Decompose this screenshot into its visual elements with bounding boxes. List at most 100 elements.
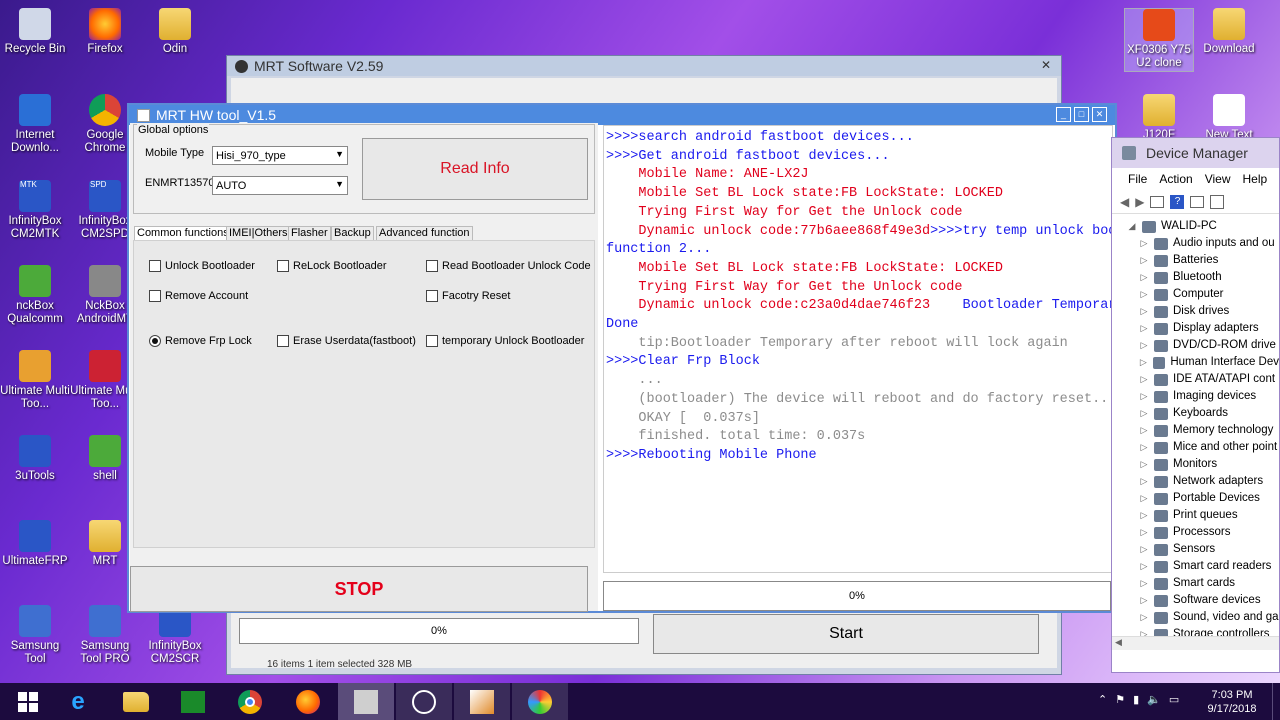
network-icon[interactable]: ▮ — [1133, 693, 1139, 706]
expand-icon[interactable]: ▷ — [1138, 405, 1150, 422]
factory-reset-option[interactable]: Facotry Reset — [426, 290, 510, 302]
remove-account-option[interactable]: Remove Account — [149, 290, 248, 302]
expand-icon[interactable]: ▷ — [1138, 252, 1150, 269]
desktop-icon[interactable]: Firefox — [70, 8, 140, 56]
device-category[interactable]: ▷ Bluetooth — [1138, 269, 1279, 286]
tab-common-functions[interactable]: Common functions — [134, 226, 232, 240]
device-category[interactable]: ▷ Print queues — [1138, 507, 1279, 524]
tab-backup[interactable]: Backup — [331, 226, 374, 240]
expand-icon[interactable]: ▷ — [1138, 558, 1150, 575]
desktop-icon[interactable]: Samsung Tool PRO — [70, 605, 140, 666]
device-category[interactable]: ▷ Mice and other point — [1138, 439, 1279, 456]
port-select[interactable]: AUTO ▼ — [212, 176, 348, 195]
radio-selected[interactable] — [149, 335, 161, 347]
device-category[interactable]: ▷ Memory technology — [1138, 422, 1279, 439]
taskbar-firefox[interactable] — [280, 683, 336, 720]
flag-icon[interactable]: ⚑ — [1115, 693, 1125, 706]
device-manager-titlebar[interactable]: Device Manager — [1112, 138, 1279, 168]
desktop-icon[interactable]: Odin — [140, 8, 210, 56]
remove-frp-lock-option[interactable]: Remove Frp Lock — [149, 335, 252, 347]
help-icon[interactable]: ? — [1170, 194, 1185, 209]
expand-icon[interactable]: ▷ — [1138, 473, 1150, 490]
desktop-icon[interactable]: 3uTools — [0, 435, 70, 483]
device-category[interactable]: ▷ Processors — [1138, 524, 1279, 541]
checkbox[interactable] — [426, 290, 438, 302]
read-bootloader-code-option[interactable]: Read Bootloader Unlock Code — [426, 260, 591, 272]
device-category[interactable]: ▷ Smart cards — [1138, 575, 1279, 592]
expand-icon[interactable]: ▷ — [1138, 456, 1150, 473]
checkbox[interactable] — [149, 290, 161, 302]
desktop-icon[interactable]: InfinityBox CM2MTK — [0, 180, 70, 241]
maximize-icon[interactable]: □ — [1074, 107, 1089, 122]
expand-icon[interactable]: ▷ — [1138, 269, 1150, 286]
device-category[interactable]: ▷ Computer — [1138, 286, 1279, 303]
expand-icon[interactable]: ▷ — [1138, 388, 1150, 405]
clock[interactable]: 7:03 PM 9/17/2018 — [1206, 688, 1258, 716]
device-category[interactable]: ▷ Network adapters — [1138, 473, 1279, 490]
expand-icon[interactable]: ▷ — [1138, 507, 1150, 524]
temp-unlock-bootloader-option[interactable]: temporary Unlock Bootloader — [426, 335, 584, 347]
device-category[interactable]: ▷ Display adapters — [1138, 320, 1279, 337]
mrt-software-titlebar[interactable]: MRT Software V2.59 ✕ — [227, 56, 1061, 76]
tree-root[interactable]: ◢ WALID-PC — [1126, 218, 1279, 235]
properties-icon[interactable] — [1150, 195, 1165, 208]
device-category[interactable]: ▷ Audio inputs and ou — [1138, 235, 1279, 252]
desktop-icon[interactable]: Internet Downlo... — [0, 94, 70, 155]
device-category[interactable]: ▷ Software devices — [1138, 592, 1279, 609]
chevron-up-icon[interactable]: ⌃ — [1098, 693, 1107, 706]
desktop-icon[interactable]: nckBox Qualcomm — [0, 265, 70, 326]
tab-advanced-function[interactable]: Advanced function — [376, 226, 473, 240]
device-manager-window[interactable]: Device Manager File Action View Help ◀ ▶ ? … — [1111, 137, 1280, 673]
expand-icon[interactable]: ▷ — [1138, 286, 1150, 303]
device-category[interactable]: ▷ Portable Devices — [1138, 490, 1279, 507]
checkbox[interactable] — [277, 260, 289, 272]
start-button[interactable] — [0, 683, 56, 720]
desktop-icon[interactable]: XF0306 Y75 U2 clone — [1124, 8, 1194, 72]
expand-icon[interactable]: ▷ — [1138, 320, 1150, 337]
taskbar-chrome[interactable] — [222, 683, 278, 720]
expand-icon[interactable]: ▷ — [1138, 354, 1149, 371]
log-output[interactable]: >>>>search android fastboot devices... >>… — [603, 125, 1113, 573]
expand-icon[interactable]: ▷ — [1138, 337, 1150, 354]
expand-icon[interactable]: ▷ — [1138, 524, 1150, 541]
taskbar-app[interactable] — [454, 683, 510, 720]
expand-icon[interactable]: ▷ — [1138, 422, 1150, 439]
taskbar-explorer[interactable] — [108, 683, 164, 720]
menu-file[interactable]: File — [1128, 172, 1147, 186]
battery-icon[interactable]: ▭ — [1169, 693, 1179, 706]
desktop-icon[interactable]: New Text — [1194, 94, 1264, 142]
device-category[interactable]: ▷ Batteries — [1138, 252, 1279, 269]
expand-icon[interactable]: ▷ — [1138, 439, 1150, 456]
expand-icon[interactable]: ▷ — [1138, 490, 1150, 507]
device-category[interactable]: ▷ IDE ATA/ATAPI cont — [1138, 371, 1279, 388]
checkbox[interactable] — [277, 335, 289, 347]
expand-icon[interactable]: ▷ — [1138, 609, 1150, 626]
device-category[interactable]: ▷ DVD/CD-ROM drive — [1138, 337, 1279, 354]
stop-button[interactable]: STOP — [130, 566, 588, 612]
scroll-left-icon[interactable]: ◀ — [1115, 637, 1122, 648]
device-category[interactable]: ▷ Smart card readers — [1138, 558, 1279, 575]
desktop-icon[interactable]: InfinityBox CM2SCR — [140, 605, 210, 666]
relock-bootloader-option[interactable]: ReLock Bootloader — [277, 260, 387, 272]
expand-icon[interactable]: ▷ — [1138, 541, 1150, 558]
desktop-icon[interactable]: Ultimate Multi Too... — [0, 350, 70, 411]
device-category[interactable]: ▷ Sound, video and ga — [1138, 609, 1279, 626]
checkbox[interactable] — [426, 260, 438, 272]
desktop-icon[interactable]: UltimateFRP — [0, 520, 70, 568]
desktop-icon[interactable]: Samsung Tool — [0, 605, 70, 666]
close-icon[interactable]: ✕ — [1092, 107, 1107, 122]
expand-icon[interactable]: ▷ — [1138, 235, 1150, 252]
back-arrow-icon[interactable]: ◀ — [1120, 195, 1129, 209]
checkbox[interactable] — [149, 260, 161, 272]
expand-icon[interactable]: ▷ — [1138, 592, 1150, 609]
menu-help[interactable]: Help — [1243, 172, 1268, 186]
mobile-type-select[interactable]: Hisi_970_type ▼ — [212, 146, 348, 165]
taskbar-ie[interactable]: e — [50, 683, 106, 720]
taskbar-hwtool[interactable] — [396, 683, 452, 720]
desktop-icon[interactable]: J120F — [1124, 94, 1194, 142]
unlock-bootloader-option[interactable]: Unlock Bootloader — [149, 260, 255, 272]
checkbox[interactable] — [426, 335, 438, 347]
close-icon[interactable]: ✕ — [1041, 58, 1051, 72]
device-category[interactable]: ▷ Imaging devices — [1138, 388, 1279, 405]
taskbar-mrt[interactable] — [338, 683, 394, 720]
